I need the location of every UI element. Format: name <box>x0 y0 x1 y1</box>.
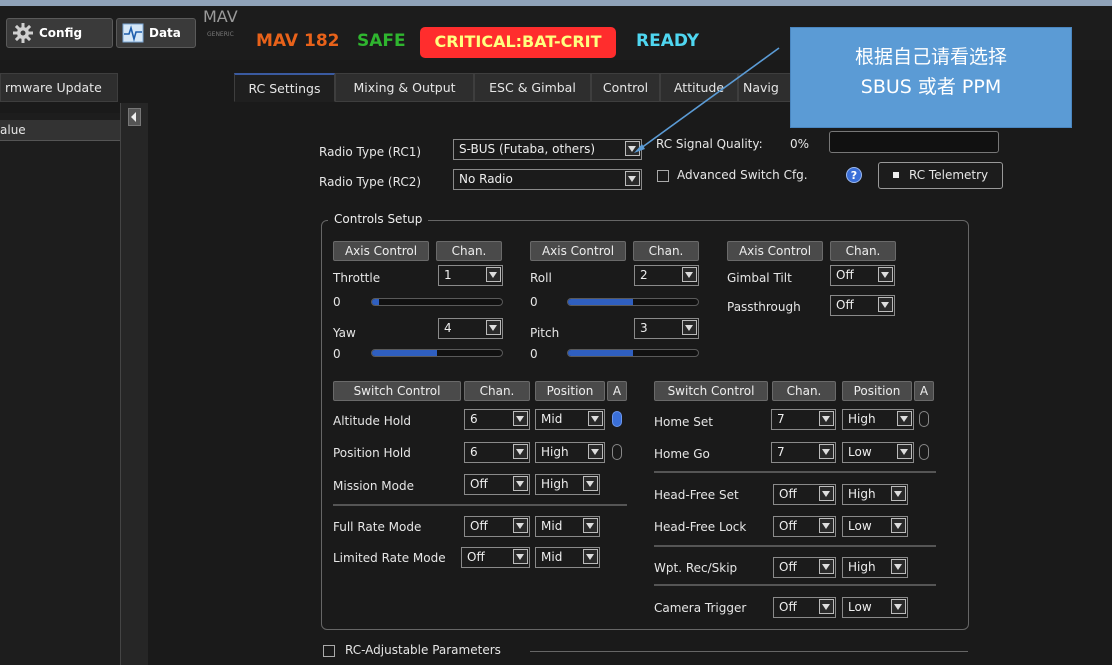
callout-line-1: 根据自己请看选择 <box>854 46 1007 68</box>
callout-line-2: SBUS 或者 PPM <box>860 76 1002 98</box>
annotation-callout: 根据自己请看选择 SBUS 或者 PPM <box>790 27 1072 128</box>
